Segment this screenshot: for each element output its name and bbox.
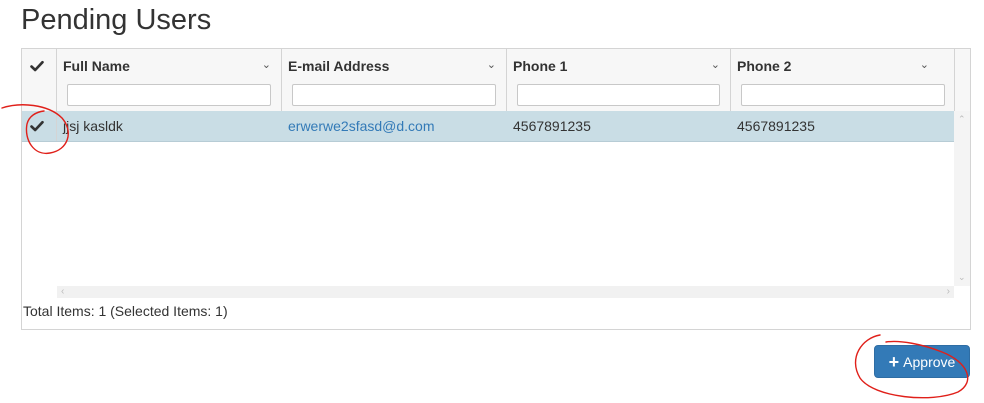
row-select-checkbox[interactable] xyxy=(22,111,57,141)
column-header-email[interactable]: E-mail Address ⌄ xyxy=(282,49,507,111)
plus-icon: + xyxy=(888,351,900,372)
phone-1-cell: 4567891235 xyxy=(513,118,591,134)
approve-button-label: Approve xyxy=(903,353,956,370)
email-link[interactable]: erwerwe2sfasd@d.com xyxy=(288,118,435,134)
horizontal-scrollbar[interactable]: ‹ › xyxy=(57,286,954,298)
phone-1-filter-input[interactable] xyxy=(517,84,720,106)
check-icon xyxy=(30,60,44,72)
chevron-down-icon[interactable]: ⌄ xyxy=(920,58,929,71)
chevron-down-icon[interactable]: ⌄ xyxy=(487,58,496,71)
scroll-right-arrow-icon[interactable]: › xyxy=(947,286,950,297)
scroll-down-arrow-icon[interactable]: ⌄ xyxy=(958,272,966,283)
column-header-phone-1[interactable]: Phone 1 ⌄ xyxy=(507,49,731,111)
vertical-scrollbar[interactable]: ⌃ ⌄ xyxy=(954,111,970,286)
scroll-up-arrow-icon[interactable]: ⌃ xyxy=(958,114,966,125)
approve-button[interactable]: + Approve xyxy=(874,345,970,378)
email-filter-input[interactable] xyxy=(292,84,496,106)
column-header-phone-2[interactable]: Phone 2 ⌄ xyxy=(731,49,955,111)
page-title: Pending Users xyxy=(21,4,212,36)
select-all-checkbox[interactable] xyxy=(22,49,57,111)
column-title: Phone 1 xyxy=(513,58,568,74)
pending-users-grid: Full Name ⌄ E-mail Address ⌄ Phone 1 ⌄ P… xyxy=(21,48,971,330)
column-header-full-name[interactable]: Full Name ⌄ xyxy=(57,49,282,111)
column-title: Full Name xyxy=(63,58,130,74)
scroll-left-arrow-icon[interactable]: ‹ xyxy=(61,286,64,297)
chevron-down-icon[interactable]: ⌄ xyxy=(262,58,271,71)
full-name-cell: jjsj kasldk xyxy=(63,118,123,134)
column-title: E-mail Address xyxy=(288,58,390,74)
phone-2-cell: 4567891235 xyxy=(737,118,815,134)
full-name-filter-input[interactable] xyxy=(67,84,271,106)
grid-footer-status: Total Items: 1 (Selected Items: 1) xyxy=(23,303,228,319)
grid-header: Full Name ⌄ E-mail Address ⌄ Phone 1 ⌄ P… xyxy=(22,49,970,112)
column-title: Phone 2 xyxy=(737,58,792,74)
phone-2-filter-input[interactable] xyxy=(741,84,945,106)
chevron-down-icon[interactable]: ⌄ xyxy=(711,58,720,71)
table-row[interactable]: jjsj kasldk erwerwe2sfasd@d.com 45678912… xyxy=(22,111,956,142)
check-icon xyxy=(30,120,44,132)
grid-body: jjsj kasldk erwerwe2sfasd@d.com 45678912… xyxy=(22,111,970,286)
